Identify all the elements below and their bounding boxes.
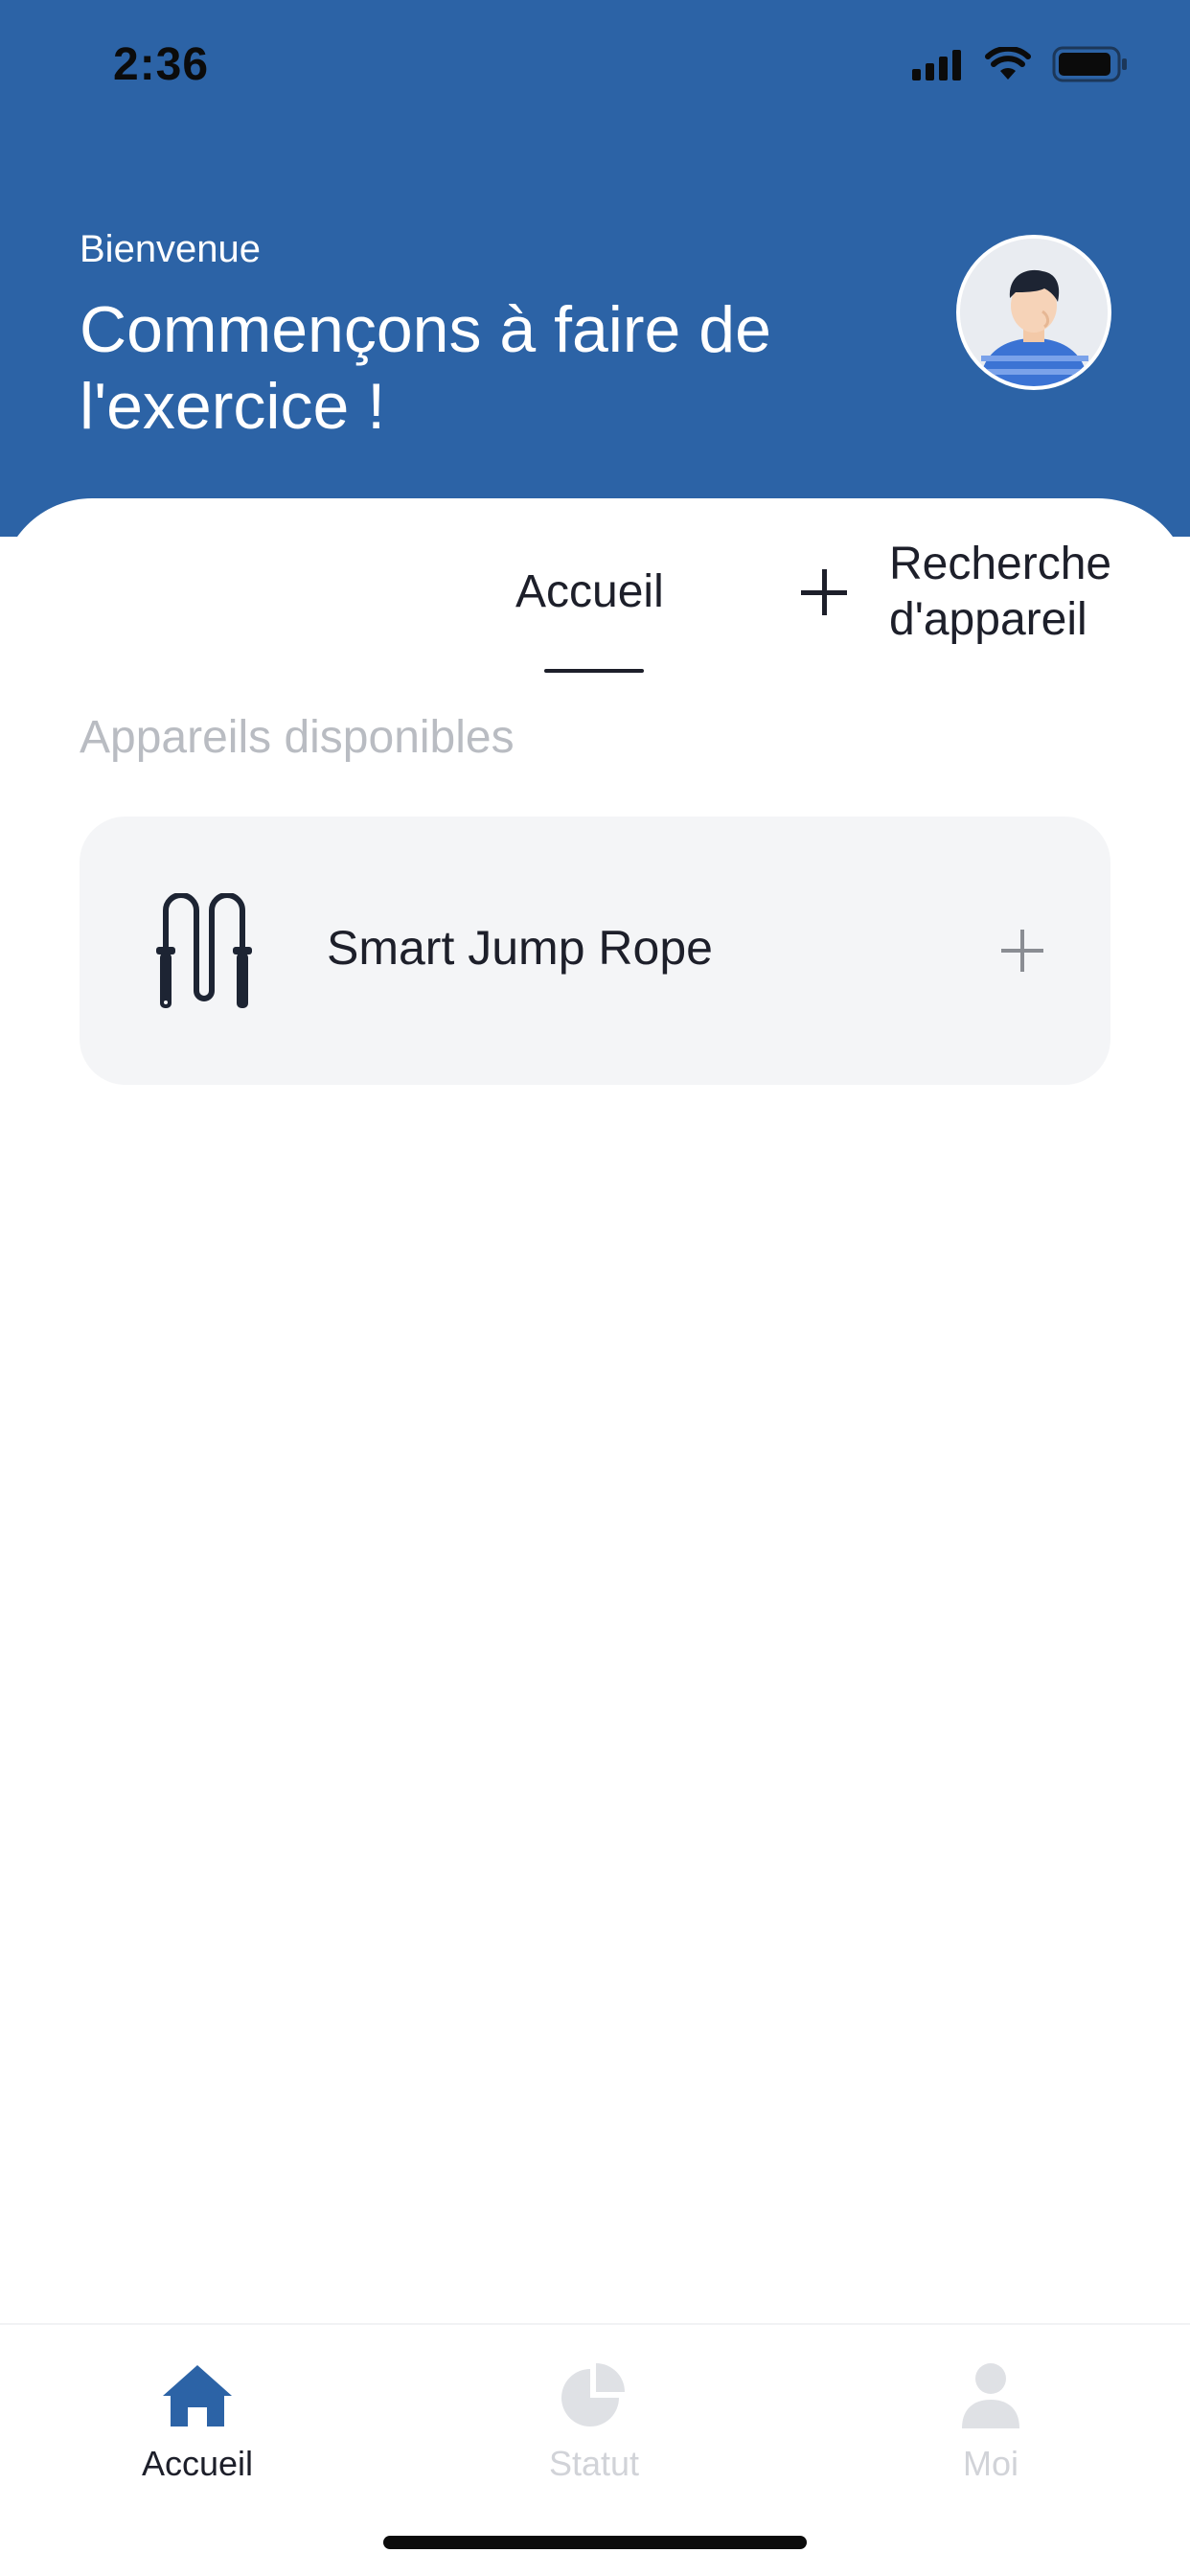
home-icon <box>159 2359 236 2432</box>
jump-rope-icon <box>150 892 258 1012</box>
avatar[interactable] <box>956 235 1111 390</box>
add-device-button[interactable] <box>1001 930 1043 972</box>
status-icons <box>912 45 1129 87</box>
cellular-signal-icon <box>912 48 964 85</box>
status-bar: 2:36 <box>0 0 1190 134</box>
device-card[interactable]: Smart Jump Rope <box>80 816 1110 1085</box>
tabbar-item-home[interactable]: Accueil <box>92 2359 303 2484</box>
person-icon <box>952 2359 1029 2432</box>
status-time: 2:36 <box>113 39 210 90</box>
battery-icon <box>1052 46 1129 87</box>
tabbar-item-status[interactable]: Statut <box>489 2359 699 2484</box>
tabbar-item-me-label: Moi <box>962 2444 1018 2483</box>
pie-chart-icon <box>556 2359 632 2432</box>
content-sheet <box>0 498 1190 2576</box>
page-title: Commençons à faire de l'exercice ! <box>80 293 771 443</box>
tabbar-item-status-label: Statut <box>548 2444 640 2483</box>
tab-active-indicator <box>544 669 644 673</box>
tabbar-item-home-label: Accueil <box>141 2444 254 2483</box>
home-indicator <box>383 2536 807 2549</box>
tab-device-search-label: Recherche d'appareil <box>889 539 1112 645</box>
welcome-text: Bienvenue <box>80 228 262 270</box>
header: 2:36 Bienvenue Commençons à faire de l'e… <box>0 0 1190 537</box>
section-title: Appareils disponibles <box>80 712 515 763</box>
user-avatar-icon <box>960 239 1108 386</box>
tabbar-item-me[interactable]: Moi <box>885 2359 1096 2484</box>
device-name: Smart Jump Rope <box>327 921 713 975</box>
tab-device-search[interactable]: Recherche d'appareil <box>801 537 1148 648</box>
wifi-icon <box>985 45 1031 86</box>
tab-home[interactable]: Accueil <box>515 565 664 618</box>
plus-icon <box>801 569 847 615</box>
